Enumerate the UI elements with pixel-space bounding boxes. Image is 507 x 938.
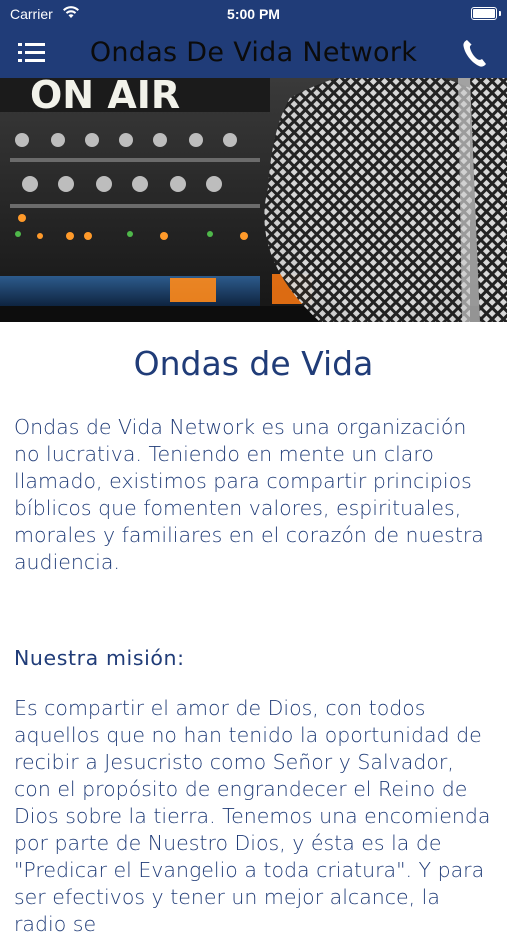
battery-icon [471, 7, 497, 20]
on-air-studio-image: ON AIR [0, 78, 507, 322]
page-title: Ondas de Vida [133, 344, 374, 383]
phone-icon [463, 40, 486, 67]
status-bar: Carrier 5:00 PM [0, 0, 507, 28]
status-time: 5:00 PM [227, 6, 280, 22]
mission-paragraph: Es compartir el amor de Dios, con todos … [14, 696, 491, 936]
hero-image: ON AIR [0, 78, 507, 322]
nav-bar: Ondas De Vida Network [0, 28, 507, 78]
on-air-sign: ON AIR [30, 78, 180, 117]
app-title: Ondas De Vida Network [89, 37, 418, 68]
battery-tip [499, 11, 501, 16]
call-button[interactable] [461, 38, 489, 68]
mission-heading: Nuestra misión: [14, 646, 185, 670]
intro-paragraph: Ondas de Vida Network es una organizació… [14, 415, 484, 574]
